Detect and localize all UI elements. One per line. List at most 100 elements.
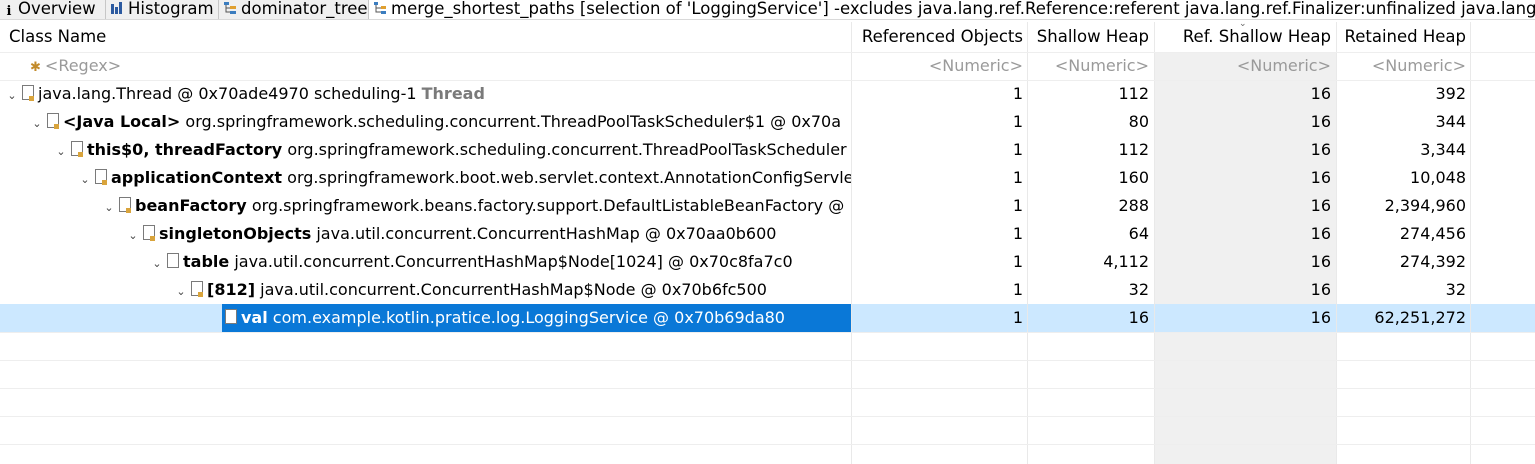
column-header-shallow-heap[interactable]: Shallow Heap — [1028, 22, 1154, 50]
shallow-heap-value: 32 — [1128, 280, 1149, 299]
ref-shallow-heap-value: 16 — [1310, 112, 1331, 131]
chevron-down-icon[interactable]: ⌄ — [79, 166, 91, 192]
table-row[interactable]: ⌄ java.lang.Thread @ 0x70ade4970 scheduli… — [0, 80, 1535, 108]
editor-tab-bar: i Overview Histogram dominator_tree merge… — [0, 0, 1535, 20]
table-row[interactable]: ⌄ applicationContext org.springframework.… — [0, 164, 1535, 192]
field-name: singletonObjects — [159, 224, 312, 243]
sort-descending-icon: ⌄ — [1239, 19, 1247, 29]
shallow-heap-value: 4,112 — [1103, 252, 1149, 271]
shallow-heap-value: 64 — [1128, 224, 1149, 243]
tab-merge-shortest-paths[interactable]: merge_shortest_paths [selection of 'Logg… — [369, 0, 1535, 19]
column-divider — [1154, 22, 1155, 464]
tab-label: Histogram — [128, 0, 214, 18]
table-row[interactable]: ⌄ table java.util.concurrent.ConcurrentHa… — [0, 248, 1535, 276]
retained-heap-value: 62,251,272 — [1374, 308, 1466, 327]
row-description: org.springframework.scheduling.concurren… — [180, 112, 842, 131]
column-header-class-name[interactable]: Class Name — [9, 22, 849, 50]
ref-shallow-heap-value: 16 — [1310, 84, 1331, 103]
shallow-heap-value: 160 — [1118, 168, 1149, 187]
field-name: applicationContext — [111, 168, 283, 187]
retained-heap-value: 344 — [1435, 112, 1466, 131]
ref-shallow-heap-value: 16 — [1310, 308, 1331, 327]
row-description: java.lang.Thread @ 0x70ade4970 schedulin… — [38, 84, 422, 103]
ref-shallow-heap-filter[interactable]: <Numeric> — [1155, 52, 1336, 80]
class-name-filter[interactable]: ✱ <Regex> — [30, 52, 830, 80]
tab-label: merge_shortest_paths [selection of 'Logg… — [391, 0, 1535, 18]
tree-cell: ⌄ <Java Local> org.springframework.schedu… — [31, 108, 851, 136]
chevron-down-icon[interactable]: ⌄ — [103, 194, 115, 220]
ref-shallow-heap-value: 16 — [1310, 168, 1331, 187]
regex-filter-placeholder: <Regex> — [44, 56, 122, 75]
ref-shallow-heap-value: 16 — [1310, 196, 1331, 215]
retained-heap-value: 274,456 — [1399, 224, 1466, 243]
object-icon — [224, 309, 237, 325]
referenced-objects-value: 1 — [1012, 280, 1023, 299]
referenced-objects-filter[interactable]: <Numeric> — [852, 52, 1028, 80]
histogram-icon — [111, 2, 122, 14]
column-divider — [1336, 22, 1337, 464]
column-divider — [851, 22, 852, 464]
object-icon — [94, 169, 107, 185]
table-row[interactable]: ⌄ <Java Local> org.springframework.schedu… — [0, 108, 1535, 136]
column-divider — [1027, 22, 1028, 464]
object-icon — [70, 141, 83, 157]
shallow-heap-value: 112 — [1118, 140, 1149, 159]
row-divider — [0, 332, 1535, 333]
tab-overview[interactable]: i Overview — [0, 0, 106, 19]
row-description: com.example.kotlin.pratice.log.LoggingSe… — [267, 308, 785, 327]
ref-shallow-heap-value: 16 — [1310, 280, 1331, 299]
tab-dominator-tree[interactable]: dominator_tree — [219, 0, 369, 19]
table-row[interactable]: ⌄ beanFactory org.springframework.beans.f… — [0, 192, 1535, 220]
chevron-down-icon[interactable]: ⌄ — [127, 222, 139, 248]
chevron-down-icon[interactable]: ⌄ — [151, 250, 163, 276]
table-row[interactable]: ⌄ this$0, threadFactory org.springframewo… — [0, 136, 1535, 164]
chevron-down-icon[interactable]: ⌄ — [31, 110, 43, 136]
field-name: [812] — [207, 280, 256, 299]
retained-heap-value: 32 — [1445, 280, 1466, 299]
table-row-selected[interactable]: val com.example.kotlin.pratice.log.Loggi… — [0, 304, 1535, 332]
column-header-referenced-objects[interactable]: Referenced Objects — [852, 22, 1028, 50]
ref-shallow-heap-value: 16 — [1310, 252, 1331, 271]
referenced-objects-value: 1 — [1012, 84, 1023, 103]
column-divider — [1470, 22, 1471, 464]
tree-cell: ⌄ applicationContext org.springframework.… — [79, 164, 851, 192]
tree-cell: ⌄ this$0, threadFactory org.springframewo… — [55, 136, 851, 164]
tree-cell: ⌄ singletonObjects java.util.concurrent.C… — [127, 220, 851, 248]
retained-heap-filter[interactable]: <Numeric> — [1337, 52, 1471, 80]
row-tag: Thread — [421, 84, 485, 103]
referenced-objects-value: 1 — [1012, 140, 1023, 159]
tab-label: Overview — [18, 0, 96, 18]
row-description: java.util.concurrent.ConcurrentHashMap$N… — [255, 280, 767, 299]
ref-shallow-heap-value: 16 — [1310, 140, 1331, 159]
row-divider — [0, 416, 1535, 417]
ref-shallow-heap-value: 16 — [1310, 224, 1331, 243]
shallow-heap-value: 288 — [1118, 196, 1149, 215]
merge-shortest-paths-table[interactable]: Class Name Referenced Objects Shallow He… — [0, 19, 1535, 464]
filter-row: ✱ <Regex> <Numeric> <Numeric> <Numeric> <… — [0, 52, 1535, 80]
referenced-objects-value: 1 — [1012, 168, 1023, 187]
chevron-down-icon[interactable]: ⌄ — [55, 138, 67, 164]
column-header-retained-heap[interactable]: Retained Heap — [1337, 22, 1471, 50]
array-object-icon — [166, 253, 179, 269]
field-name: beanFactory — [135, 196, 247, 215]
regex-filter-icon: ✱ — [30, 60, 41, 75]
merge-paths-icon — [374, 2, 386, 14]
chevron-down-icon[interactable]: ⌄ — [175, 278, 187, 304]
row-divider — [0, 360, 1535, 361]
referenced-objects-value: 1 — [1012, 224, 1023, 243]
shallow-heap-filter[interactable]: <Numeric> — [1028, 52, 1154, 80]
tree-cell: ⌄ java.lang.Thread @ 0x70ade4970 scheduli… — [6, 80, 851, 108]
shallow-heap-value: 16 — [1128, 308, 1149, 327]
tab-histogram[interactable]: Histogram — [106, 0, 219, 19]
row-description: java.util.concurrent.ConcurrentHashMap$N… — [229, 252, 793, 271]
chevron-down-icon[interactable]: ⌄ — [6, 82, 18, 108]
row-divider — [0, 52, 1535, 53]
referenced-objects-value: 1 — [1012, 196, 1023, 215]
tree-cell: val com.example.kotlin.pratice.log.Loggi… — [222, 304, 851, 332]
field-name: this$0, threadFactory — [87, 140, 283, 159]
object-icon — [46, 113, 59, 129]
table-row[interactable]: ⌄ singletonObjects java.util.concurrent.C… — [0, 220, 1535, 248]
object-icon — [190, 281, 203, 297]
row-divider — [0, 80, 1535, 81]
table-row[interactable]: ⌄ [812] java.util.concurrent.ConcurrentHa… — [0, 276, 1535, 304]
